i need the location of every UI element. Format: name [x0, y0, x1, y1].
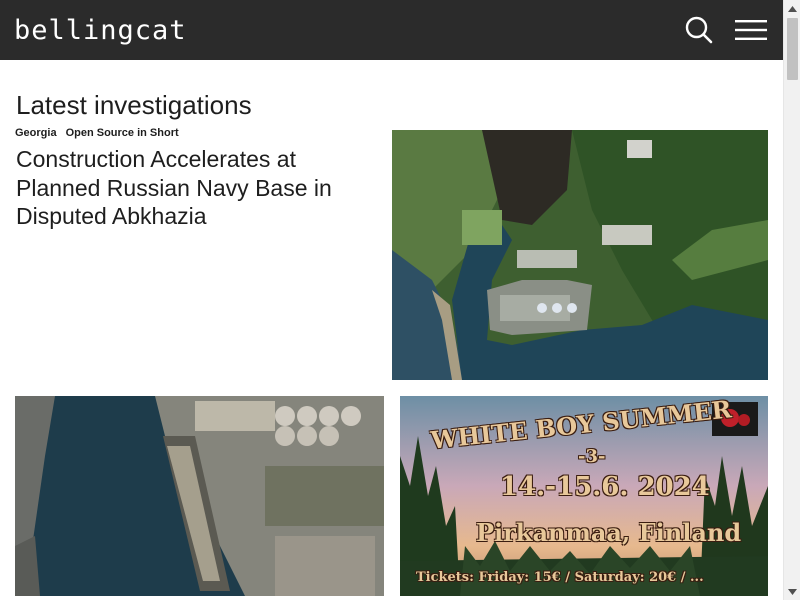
- poster-tickets: Tickets: Friday: 15€ / Saturday: 20€ / .…: [416, 570, 704, 585]
- poster-edition: -3-: [578, 446, 606, 467]
- scroll-down-arrow-icon[interactable]: [784, 583, 800, 600]
- article-tags: Georgia Open Source in Short: [15, 127, 179, 139]
- header-actions: [685, 16, 767, 44]
- event-poster-image[interactable]: WHITE BOY SUMMER -3- 14.-15.6. 2024 Pirk…: [400, 396, 768, 596]
- vertical-scrollbar[interactable]: [783, 0, 800, 600]
- site-header: bellingcat: [0, 0, 783, 60]
- grain-ship-satellite-image[interactable]: [15, 396, 384, 596]
- poster-date: 14.-15.6. 2024: [500, 472, 710, 502]
- featured-article-image[interactable]: [392, 130, 768, 380]
- hamburger-menu-icon[interactable]: [735, 19, 767, 41]
- featured-article-headline[interactable]: Construction Accelerates at Planned Russ…: [16, 145, 376, 231]
- scrollbar-thumb[interactable]: [787, 18, 798, 80]
- bellingcat-logo[interactable]: bellingcat: [14, 17, 187, 44]
- tag-georgia[interactable]: Georgia: [15, 127, 57, 139]
- poster-location: Pirkanmaa, Finland: [476, 518, 742, 547]
- tag-open-source-in-short[interactable]: Open Source in Short: [66, 127, 179, 139]
- scroll-up-arrow-icon[interactable]: [784, 0, 800, 17]
- section-title: Latest investigations: [16, 90, 252, 120]
- search-icon[interactable]: [685, 16, 713, 44]
